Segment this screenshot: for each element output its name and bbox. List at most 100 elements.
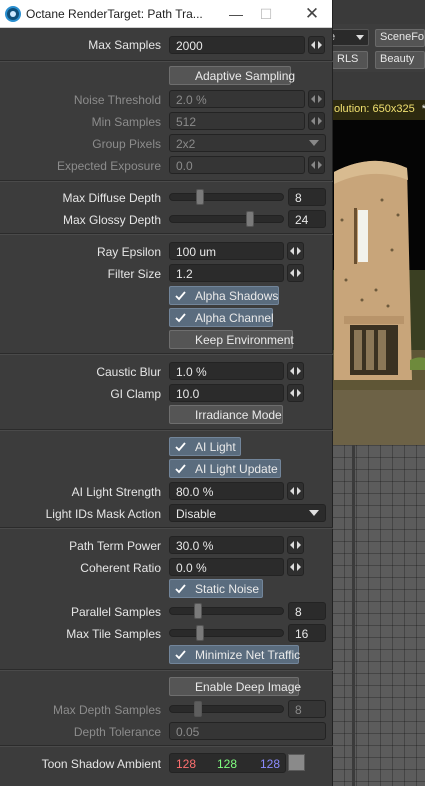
min-samples-label: Min Samples [91,115,161,129]
checkmark-icon [174,311,187,324]
maximize-button[interactable]: ☐ [252,3,280,25]
divider [0,180,333,182]
ai-light-toggle[interactable]: AI Light [169,437,241,456]
noise-threshold-arrows[interactable] [308,90,325,108]
checkmark-icon [174,440,187,453]
max-depth-samples-slider[interactable] [169,701,284,717]
chevron-down-icon [356,35,364,40]
blue-value[interactable]: 128 [260,757,280,771]
chevron-down-icon [309,510,319,516]
divider [0,353,333,355]
gi-clamp-arrows[interactable] [287,384,304,402]
settings-panel: Max Samples 2000 Adaptive Sampling Noise… [0,28,333,786]
minimize-net-traffic-toggle[interactable]: Minimize Net Traffic [169,645,300,664]
ai-light-strength-arrows[interactable] [287,482,304,500]
group-pixels-label: Group Pixels [92,137,161,151]
title-bar[interactable]: Octane RenderTarget: Path Tra... — ☐ ✕ [0,0,332,28]
viewport-grid [332,445,425,786]
path-term-power-arrows[interactable] [287,536,304,554]
alpha-channel-toggle[interactable]: Alpha Channel [169,308,274,327]
depth-tolerance-label: Depth Tolerance [73,725,161,739]
max-samples-arrows[interactable] [308,36,325,54]
beauty-button[interactable]: Beauty [375,51,425,69]
checkbox-icon [174,408,187,421]
max-samples-field[interactable]: 2000 [169,36,305,54]
expected-exposure-arrows[interactable] [308,156,325,174]
red-value[interactable]: 128 [176,757,196,771]
coherent-ratio-arrows[interactable] [287,558,304,576]
color-swatch[interactable] [288,754,305,771]
divider [0,745,333,747]
light-ids-mask-action-label: Light IDs Mask Action [45,507,161,521]
path-term-power-label: Path Term Power [69,539,161,553]
ai-light-strength-label: AI Light Strength [71,485,161,499]
minimize-button[interactable]: — [222,3,250,25]
toon-shadow-ambient-label: Toon Shadow Ambient [41,757,161,771]
gi-clamp-field[interactable]: 10.0 [169,384,284,402]
caustic-blur-arrows[interactable] [287,362,304,380]
max-glossy-depth-value[interactable]: 24 [288,210,326,228]
toon-shadow-ambient-rgb[interactable]: 128 128 128 [169,753,286,773]
chevron-down-icon [309,140,319,146]
divider [0,527,333,529]
path-term-power-field[interactable]: 30.0 % [169,536,284,554]
octane-logo-icon [5,6,21,22]
min-samples-arrows[interactable] [308,112,325,130]
scene-button[interactable]: SceneFo [375,29,425,47]
ai-light-update-toggle[interactable]: AI Light Update [169,459,281,478]
enable-deep-image-toggle[interactable]: Enable Deep Image [169,677,301,696]
max-tile-samples-label: Max Tile Samples [66,627,161,641]
min-samples-field[interactable]: 512 [169,112,305,130]
irradiance-mode-toggle[interactable]: Irradiance Mode [169,405,283,424]
caustic-blur-field[interactable]: 1.0 % [169,362,284,380]
divider [0,429,333,431]
green-value[interactable]: 128 [217,757,237,771]
expected-exposure-field[interactable]: 0.0 [169,156,305,174]
divider [0,233,333,235]
ray-epsilon-arrows[interactable] [287,242,304,260]
slider-knob[interactable] [194,603,203,619]
checkbox-icon [174,333,187,346]
caustic-blur-label: Caustic Blur [96,365,161,379]
max-diffuse-depth-value[interactable]: 8 [288,188,326,206]
max-depth-samples-value[interactable]: 8 [288,700,326,718]
coherent-ratio-field[interactable]: 0.0 % [169,558,284,576]
parallel-samples-label: Parallel Samples [70,605,161,619]
rls-button[interactable]: RLS [332,51,368,69]
window-title: Octane RenderTarget: Path Tra... [26,7,203,21]
max-glossy-depth-label: Max Glossy Depth [62,213,161,227]
ray-epsilon-field[interactable]: 100 um [169,242,284,260]
slider-knob[interactable] [196,625,205,641]
max-depth-samples-label: Max Depth Samples [52,703,161,717]
depth-tolerance-field[interactable]: 0.05 [169,722,326,740]
parallel-samples-value[interactable]: 8 [288,602,326,620]
noise-threshold-field[interactable]: 2.0 % [169,90,305,108]
gi-clamp-label: GI Clamp [110,387,161,401]
ai-light-strength-field[interactable]: 80.0 % [169,482,284,500]
group-pixels-dropdown[interactable]: 2x2 [169,134,326,152]
resolution-bar: olution: 650x325 * [332,100,425,120]
slider-knob[interactable] [194,701,203,717]
static-noise-toggle[interactable]: Static Noise [169,579,263,598]
slider-knob[interactable] [196,189,205,205]
max-tile-samples-slider[interactable] [169,625,284,641]
render-preview [332,120,425,445]
checkmark-icon [174,462,187,475]
filter-size-arrows[interactable] [287,264,304,282]
adaptive-sampling-toggle[interactable]: Adaptive Sampling [169,66,295,85]
expected-exposure-label: Expected Exposure [56,159,161,173]
parallel-samples-slider[interactable] [169,603,284,619]
close-button[interactable]: ✕ [298,3,326,25]
slider-knob[interactable] [245,211,254,227]
alpha-shadows-toggle[interactable]: Alpha Shadows [169,286,279,305]
render-target-window: Octane RenderTarget: Path Tra... — ☐ ✕ M… [0,0,333,786]
filter-size-field[interactable]: 1.2 [169,264,284,282]
max-tile-samples-value[interactable]: 16 [288,624,326,642]
checkbox-icon [174,69,187,82]
divider [0,669,333,671]
keep-environment-toggle[interactable]: Keep Environment [169,330,294,349]
light-ids-mask-action-dropdown[interactable]: Disable [169,504,326,522]
max-diffuse-depth-slider[interactable] [169,189,284,205]
max-glossy-depth-slider[interactable] [169,211,284,227]
checkmark-icon [174,582,187,595]
